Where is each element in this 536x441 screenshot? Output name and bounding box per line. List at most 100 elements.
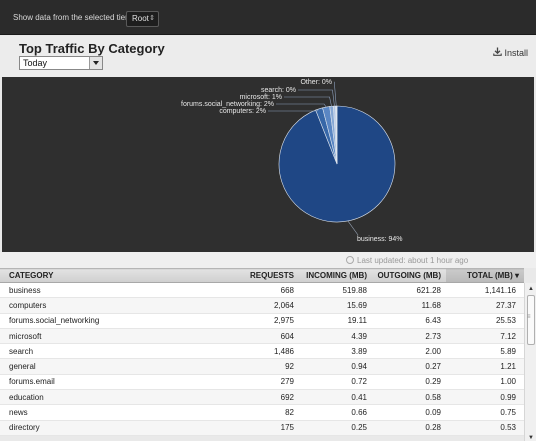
column-header-requests[interactable]: REQUESTS bbox=[212, 268, 299, 283]
period-select[interactable]: Today bbox=[19, 56, 103, 70]
table-row[interactable]: computers 2,064 15.69 11.68 27.37 bbox=[0, 297, 524, 314]
pie-leader-line bbox=[347, 220, 359, 236]
cell-incoming: 3.89 bbox=[299, 343, 372, 360]
scroll-down-icon[interactable]: ▼ bbox=[528, 435, 534, 441]
period-select-value: Today bbox=[23, 58, 48, 68]
cell-total: 0.99 bbox=[446, 389, 524, 406]
cell-category: microsoft bbox=[0, 328, 212, 345]
clock-icon bbox=[346, 256, 354, 264]
cell-incoming: 0.66 bbox=[299, 404, 372, 421]
tier-filter-bar: Show data from the selected tier: Root ⇕ bbox=[0, 0, 536, 35]
cell-requests: 279 bbox=[212, 374, 299, 391]
last-updated-bar: Last updated: about 1 hour ago bbox=[0, 252, 536, 268]
cell-outgoing: 0.27 bbox=[372, 358, 446, 375]
table-row[interactable]: business 668 519.88 621.28 1,141.16 bbox=[0, 282, 524, 299]
install-link[interactable]: Install bbox=[493, 47, 528, 58]
cell-incoming: 0.25 bbox=[299, 420, 372, 436]
cell-requests: 692 bbox=[212, 389, 299, 406]
pie-leader-line bbox=[333, 81, 337, 107]
cell-requests: 82 bbox=[212, 404, 299, 421]
cell-category: education bbox=[0, 389, 212, 406]
cell-requests: 175 bbox=[212, 420, 299, 436]
cell-requests: 668 bbox=[212, 282, 299, 299]
cell-outgoing: 2.73 bbox=[372, 328, 446, 345]
table-header-row: CATEGORY REQUESTS INCOMING (MB) OUTGOING… bbox=[0, 268, 524, 283]
column-header-total-label: TOTAL (MB) bbox=[466, 271, 513, 280]
column-header-incoming[interactable]: INCOMING (MB) bbox=[299, 268, 372, 283]
pie-chart-area: business: 94% computers: 2% forums.social_… bbox=[2, 77, 534, 252]
last-updated-text: Last updated: about 1 hour ago bbox=[357, 256, 469, 265]
cell-incoming: 0.94 bbox=[299, 358, 372, 375]
category-table: CATEGORY REQUESTS INCOMING (MB) OUTGOING… bbox=[0, 268, 524, 436]
cell-outgoing: 0.29 bbox=[372, 374, 446, 391]
cell-requests: 2,975 bbox=[212, 313, 299, 329]
table-row[interactable]: microsoft 604 4.39 2.73 7.12 bbox=[0, 328, 524, 345]
cell-outgoing: 11.68 bbox=[372, 297, 446, 314]
cell-outgoing: 621.28 bbox=[372, 282, 446, 299]
scroll-up-icon[interactable]: ▲ bbox=[528, 286, 534, 292]
cell-total: 1.21 bbox=[446, 358, 524, 375]
cell-category: forums.social_networking bbox=[0, 313, 212, 329]
cell-total: 27.37 bbox=[446, 297, 524, 314]
install-label: Install bbox=[504, 48, 528, 58]
cell-category: news bbox=[0, 404, 212, 421]
cell-category: computers bbox=[0, 297, 212, 314]
table-row[interactable]: directory 175 0.25 0.28 0.53 bbox=[0, 420, 524, 436]
cell-incoming: 19.11 bbox=[299, 313, 372, 329]
scroll-grip-icon: ≡ bbox=[527, 314, 531, 320]
panel-title: Top Traffic By Category bbox=[19, 41, 165, 56]
pie-label-forums-social-networking: forums.social_networking: 2% bbox=[181, 101, 274, 108]
table-row[interactable]: forums.social_networking 2,975 19.11 6.43 25… bbox=[0, 313, 524, 329]
cell-category: general bbox=[0, 358, 212, 375]
cell-incoming: 4.39 bbox=[299, 328, 372, 345]
column-header-total[interactable]: TOTAL (MB) ▾ bbox=[446, 268, 524, 283]
pie-leader-line bbox=[268, 108, 320, 112]
scroll-thumb[interactable] bbox=[527, 295, 535, 345]
cell-total: 0.53 bbox=[446, 420, 524, 436]
dropdown-arrow-icon[interactable] bbox=[89, 57, 102, 69]
cell-incoming: 519.88 bbox=[299, 282, 372, 299]
column-header-outgoing[interactable]: OUTGOING (MB) bbox=[372, 268, 446, 283]
cell-requests: 1,486 bbox=[212, 343, 299, 360]
table-scrollbar[interactable]: ▲ ≡ ▼ bbox=[524, 283, 536, 441]
cell-category: business bbox=[0, 282, 212, 299]
cell-requests: 604 bbox=[212, 328, 299, 345]
cell-total: 1.00 bbox=[446, 374, 524, 391]
tier-filter-label: Show data from the selected tier: bbox=[13, 13, 130, 22]
cell-total: 7.12 bbox=[446, 328, 524, 345]
cell-total: 1,141.16 bbox=[446, 282, 524, 299]
cell-total: 0.75 bbox=[446, 404, 524, 421]
table-row[interactable]: forums.email 279 0.72 0.29 1.00 bbox=[0, 374, 524, 391]
cell-requests: 92 bbox=[212, 358, 299, 375]
sort-desc-icon: ▾ bbox=[514, 271, 519, 280]
pie-label-computers: computers: 2% bbox=[219, 108, 266, 115]
cell-outgoing: 0.09 bbox=[372, 404, 446, 421]
cell-category: search bbox=[0, 343, 212, 360]
pie-label-microsoft: microsoft: 1% bbox=[240, 94, 282, 101]
cell-outgoing: 2.00 bbox=[372, 343, 446, 360]
updown-arrow-icon: ⇕ bbox=[149, 15, 155, 22]
pie-chart: business: 94% computers: 2%forums.social_… bbox=[181, 79, 403, 243]
cell-outgoing: 0.28 bbox=[372, 420, 446, 436]
table-row[interactable]: general 92 0.94 0.27 1.21 bbox=[0, 358, 524, 375]
pie-label-search: search: 0% bbox=[261, 87, 296, 94]
last-updated: Last updated: about 1 hour ago bbox=[346, 256, 468, 265]
cell-incoming: 15.69 bbox=[299, 297, 372, 314]
cell-category: forums.email bbox=[0, 374, 212, 391]
tier-select-value: Root bbox=[132, 14, 149, 23]
cell-total: 25.53 bbox=[446, 313, 524, 329]
cell-incoming: 0.72 bbox=[299, 374, 372, 391]
pie-label-business: business: 94% bbox=[357, 236, 403, 243]
traffic-widget: Show data from the selected tier: Root ⇕… bbox=[0, 0, 536, 441]
column-header-category[interactable]: CATEGORY bbox=[0, 268, 212, 283]
cell-outgoing: 6.43 bbox=[372, 313, 446, 329]
pie-label-other: Other: 0% bbox=[300, 79, 332, 86]
table-row[interactable]: education 692 0.41 0.58 0.99 bbox=[0, 389, 524, 406]
pie-leader-line bbox=[276, 103, 327, 108]
table-row[interactable]: news 82 0.66 0.09 0.75 bbox=[0, 404, 524, 421]
cell-total: 5.89 bbox=[446, 343, 524, 360]
pie-leader-line bbox=[298, 89, 335, 107]
table-row[interactable]: search 1,486 3.89 2.00 5.89 bbox=[0, 343, 524, 360]
tier-select[interactable]: Root ⇕ bbox=[126, 11, 159, 27]
cell-outgoing: 0.58 bbox=[372, 389, 446, 406]
